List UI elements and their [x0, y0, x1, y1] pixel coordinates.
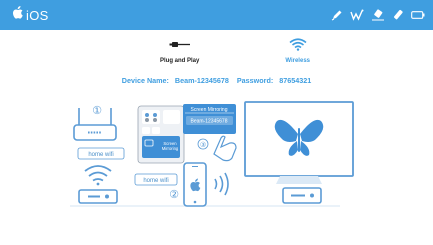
wireless-tab[interactable]: Wireless [285, 38, 310, 66]
plug-and-play-label: Plug and Play [160, 58, 200, 64]
projector-icon [282, 187, 322, 204]
step-3-number: ③ [200, 141, 206, 149]
wifi-signal-icon [84, 165, 112, 186]
apple-logo-icon [12, 6, 23, 24]
battery-icon [411, 10, 425, 20]
device-caption: home wifi [143, 178, 168, 184]
usb-cable-icon [168, 38, 192, 56]
wireless-label: Wireless [285, 58, 310, 64]
top-bar: iOS [0, 0, 433, 30]
wifi-icon [289, 38, 307, 56]
password-label: Password: [236, 76, 274, 85]
device-name-value: Beam-12345678 [174, 76, 229, 85]
highlight-icon[interactable] [392, 9, 404, 21]
mirroring-menu-title: Screen Mirroring [191, 107, 228, 113]
pen-icon[interactable] [331, 9, 343, 21]
router-caption: home wifi [88, 152, 113, 158]
receiver-box-icon [78, 189, 118, 204]
control-center-panel [137, 105, 185, 164]
brand: iOS [12, 6, 49, 24]
tap-hand-icon [213, 135, 237, 162]
device-name-label: Device Name: [121, 76, 169, 85]
wireless-waves-icon [214, 172, 229, 196]
password-value: 87654321 [279, 76, 312, 85]
device-info: Device Name: Beam-12345678 Password: 87654… [0, 76, 433, 85]
mirroring-menu-device: Beam-12345678 [191, 119, 228, 125]
eraser-icon[interactable] [371, 9, 385, 21]
toolbar-icons [331, 0, 425, 30]
step-1-number: ① [92, 105, 102, 117]
brand-label: iOS [26, 7, 49, 23]
connection-mode-selector: Plug and Play Wireless [160, 38, 310, 66]
mirroring-tile-line2: Mirroring [162, 146, 179, 151]
plug-and-play-tab[interactable]: Plug and Play [160, 38, 199, 66]
annotate-icon[interactable] [350, 9, 364, 21]
step-2-number: ② [169, 189, 179, 201]
wireless-setup-illustration: ① home wifi Screen Mirroring Screen Mirr… [70, 101, 354, 207]
